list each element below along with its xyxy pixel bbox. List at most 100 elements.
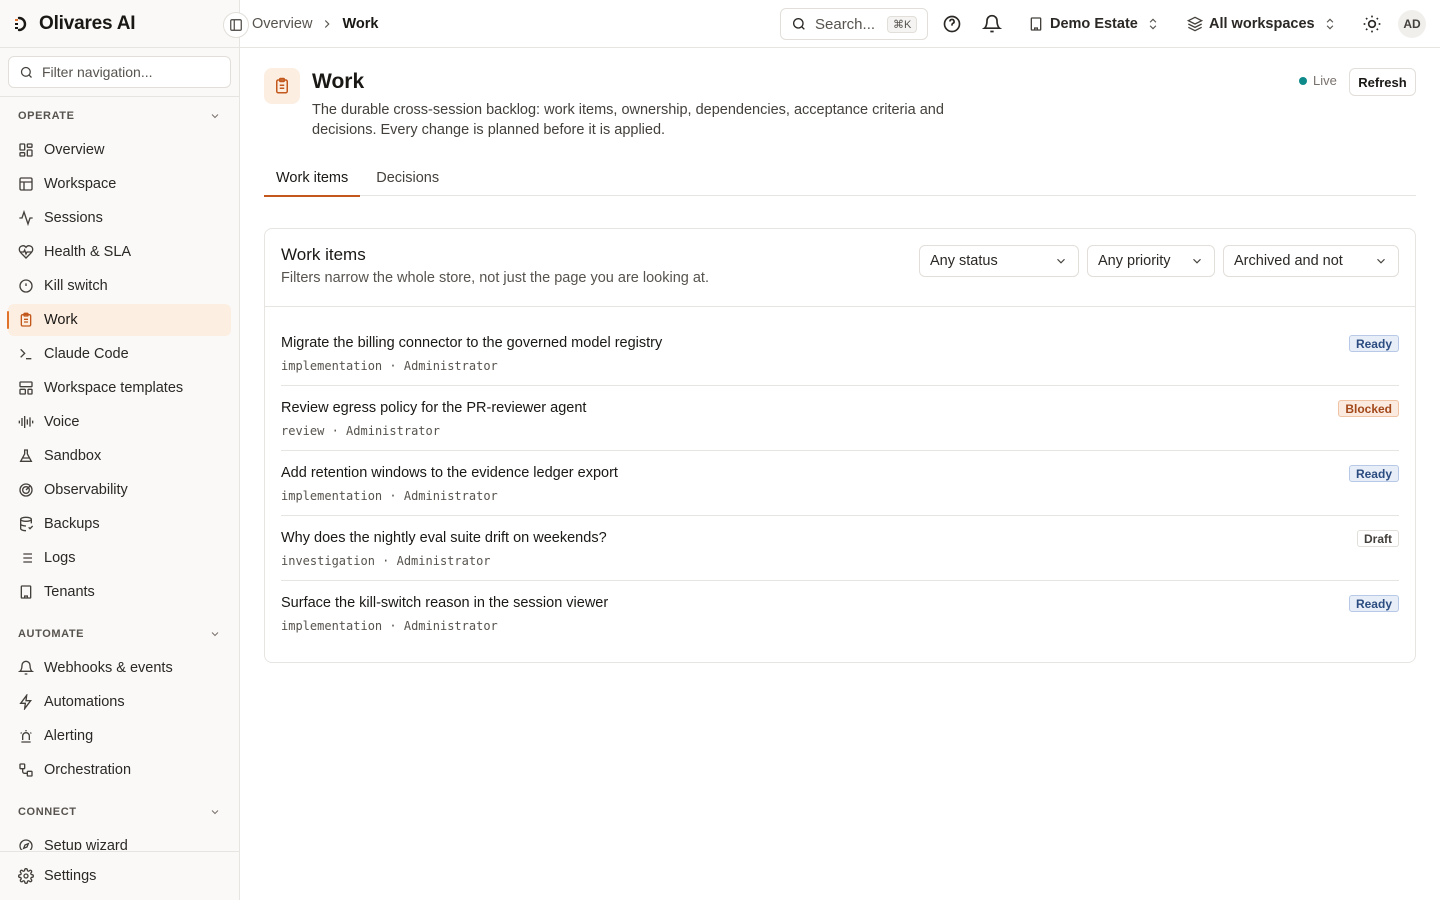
work-item-owner: Administrator [403,489,498,503]
sidebar-item-observability[interactable]: Observability [8,474,231,506]
sidebar-item-label: Orchestration [44,762,132,778]
card-header: Work items Filters narrow the whole stor… [265,229,1415,307]
sidebar-item-health-sla[interactable]: Health & SLA [8,236,231,268]
list-item[interactable]: Surface the kill-switch reason in the se… [281,581,1399,646]
sidebar-item-voice[interactable]: Voice [8,406,231,438]
group-header-connect[interactable]: CONNECT [0,794,239,830]
sidebar-item-tenants[interactable]: Tenants [8,576,231,608]
chevron-down-icon [1377,258,1385,264]
sidebar-item-label: Automations [44,694,125,710]
page-title: Work [312,70,365,93]
sidebar-item-label: Webhooks & events [44,660,173,676]
sidebar: Olivares AI OPERATE Overview Workspace S… [0,0,240,900]
work-item-kind: implementation [281,489,383,503]
status-badge: Draft [1356,530,1399,547]
status-badge: Ready [1348,465,1399,482]
sidebar-item-label: Kill switch [44,278,108,294]
breadcrumb: Overview Work [252,0,378,48]
sidebar-divider [0,96,239,97]
search-shortcut: ⌘K [887,15,918,33]
sidebar-toggle-button[interactable] [223,12,249,38]
workspace-picker[interactable]: All workspaces [1187,0,1337,48]
notifications-bell-icon[interactable] [982,14,1002,34]
filter-navigation-field[interactable] [8,56,231,88]
sidebar-item-workspace[interactable]: Workspace [8,168,231,200]
building-icon [20,585,32,599]
waveform-icon [18,416,34,428]
sidebar-item-logs[interactable]: Logs [8,542,231,574]
search-icon [20,66,32,78]
brand[interactable]: Olivares AI [0,0,239,48]
breadcrumb-overview[interactable]: Overview [252,16,312,32]
sidebar-item-setup-wizard[interactable]: Setup wizard [8,830,231,850]
panel-left-icon [230,19,242,31]
chevron-down-icon [211,810,219,815]
tab-work-items[interactable]: Work items [264,160,361,197]
sidebar-item-claude-code[interactable]: Claude Code [8,338,231,370]
theme-toggle-sun-icon[interactable] [1362,14,1382,34]
avatar[interactable]: AD [1398,10,1426,38]
chevron-down-icon [211,114,219,119]
sidebar-item-sandbox[interactable]: Sandbox [8,440,231,472]
work-item-title[interactable]: Migrate the billing connector to the gov… [281,335,662,351]
breadcrumb-current: Work [342,16,379,32]
group-header-operate[interactable]: OPERATE [0,98,239,134]
chevron-up-down-icon [1149,18,1157,30]
work-item-title[interactable]: Why does the nightly eval suite drift on… [281,530,607,546]
search-button[interactable]: Search... ⌘K [780,8,928,40]
sidebar-item-label: Overview [44,142,105,158]
templates-icon [19,381,33,395]
sidebar-item-settings[interactable]: Settings [8,860,231,892]
sidebar-item-workspace-templates[interactable]: Workspace templates [8,372,231,404]
work-item-kind: implementation [281,619,383,633]
sidebar-item-sessions[interactable]: Sessions [8,202,231,234]
siren-icon [20,730,32,743]
list-item[interactable]: Why does the nightly eval suite drift on… [281,516,1399,581]
work-item-kind: review [281,424,325,438]
group-label: AUTOMATE [18,628,85,640]
work-item-meta: implementation · Administrator [281,489,498,503]
sidebar-item-label: Backups [44,516,100,532]
work-item-title[interactable]: Surface the kill-switch reason in the se… [281,595,608,611]
list-item[interactable]: Migrate the billing connector to the gov… [281,321,1399,386]
work-item-title[interactable]: Add retention windows to the evidence le… [281,465,618,481]
group-label: CONNECT [18,806,77,818]
sidebar-footer: Settings [0,851,239,900]
sidebar-item-label: Observability [44,482,128,498]
sidebar-item-overview[interactable]: Overview [8,134,231,166]
compass-icon [19,839,33,850]
alert-circle-icon [19,279,33,293]
priority-filter-select[interactable]: Any priority [1087,245,1215,277]
sidebar-item-label: Tenants [44,584,95,600]
terminal-icon [20,348,32,360]
work-item-meta: implementation · Administrator [281,619,498,633]
sidebar-item-kill-switch[interactable]: Kill switch [8,270,231,302]
workflow-icon [19,763,33,777]
help-icon[interactable] [942,14,962,34]
work-item-owner: Administrator [396,554,491,568]
org-picker-label: Demo Estate [1050,16,1138,32]
list-item[interactable]: Review egress policy for the PR-reviewer… [281,386,1399,451]
group-header-automate[interactable]: AUTOMATE [0,616,239,652]
bell-icon [18,660,34,675]
sidebar-item-webhooks-events[interactable]: Webhooks & events [8,652,231,684]
sidebar-item-work[interactable]: Work [7,304,231,336]
page-description: The durable cross-session backlog: work … [312,102,944,138]
filter-navigation-input[interactable] [42,64,222,80]
clipboard-icon [20,312,32,327]
status-filter-select[interactable]: Any status [919,245,1079,277]
sidebar-item-automations[interactable]: Automations [8,686,231,718]
work-item-meta: review · Administrator [281,424,440,438]
sidebar-item-alerting[interactable]: Alerting [8,720,231,752]
tab-decisions[interactable]: Decisions [364,160,451,196]
heart-pulse-icon [18,245,34,259]
sidebar-item-backups[interactable]: Backups [8,508,231,540]
refresh-button[interactable]: Refresh [1349,68,1416,96]
org-picker[interactable]: Demo Estate [1028,0,1160,48]
archived-filter-select[interactable]: Archived and not [1223,245,1399,277]
search-label: Search... [815,15,876,33]
list-item[interactable]: Add retention windows to the evidence le… [281,451,1399,516]
sidebar-item-label: Workspace templates [44,380,184,396]
sidebar-item-orchestration[interactable]: Orchestration [8,754,231,786]
work-item-title[interactable]: Review egress policy for the PR-reviewer… [281,400,586,416]
